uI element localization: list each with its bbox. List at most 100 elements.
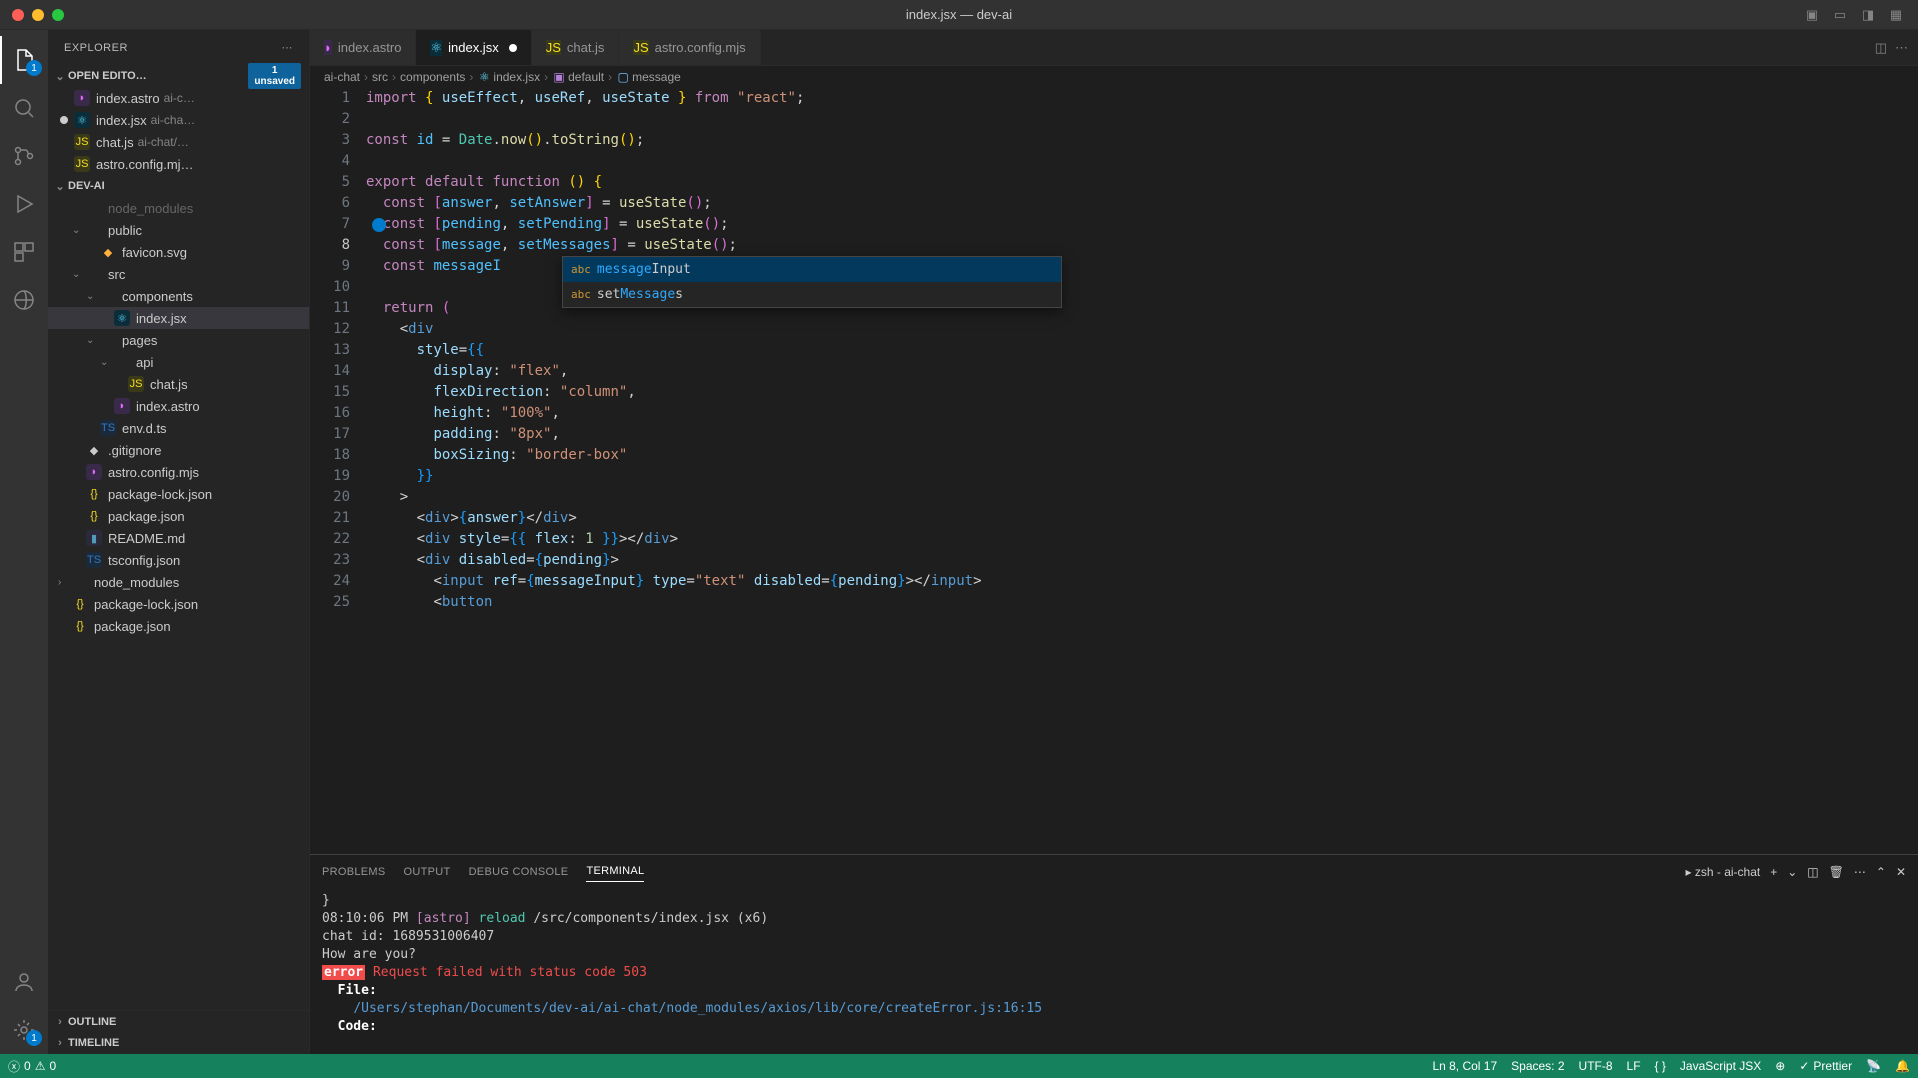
code-editor[interactable]: import { useEffect, useRef, useState } f… [366, 88, 1918, 854]
status-radio-icon[interactable]: 📡 [1866, 1059, 1881, 1073]
status-cursor[interactable]: Ln 8, Col 17 [1432, 1059, 1497, 1073]
status-spaces[interactable]: Spaces: 2 [1511, 1059, 1564, 1073]
settings-icon[interactable]: 1 [0, 1006, 48, 1054]
sidebar-more-icon[interactable]: ⋯ [282, 41, 294, 54]
tree-label: node_modules [108, 201, 193, 216]
tree-item[interactable]: ⌄src [48, 263, 309, 285]
panel: PROBLEMS OUTPUT DEBUG CONSOLE TERMINAL ▸ zsh… [310, 854, 1918, 1054]
edge-devtools-icon[interactable] [0, 276, 48, 324]
extensions-icon[interactable] [0, 228, 48, 276]
source-control-icon[interactable] [0, 132, 48, 180]
tree-label: src [108, 267, 125, 282]
more-icon[interactable]: ⋯ [1854, 865, 1866, 879]
accounts-icon[interactable] [0, 958, 48, 1006]
statusbar: ⓧ0 ⚠0 Ln 8, Col 17 Spaces: 2 UTF-8 LF { … [0, 1054, 1918, 1078]
more-icon[interactable]: ⋯ [1895, 40, 1908, 56]
editor-tab[interactable]: JSchat.js [532, 30, 620, 65]
tree-item[interactable]: ◆favicon.svg [48, 241, 309, 263]
status-language[interactable]: JavaScript JSX [1680, 1059, 1761, 1073]
tree-item[interactable]: {}package-lock.json [48, 483, 309, 505]
tree-label: index.jsx [136, 311, 187, 326]
sidebar-title: EXPLORER [64, 42, 128, 54]
split-terminal-icon[interactable]: ◫ [1807, 865, 1818, 879]
tree-item[interactable]: ⌄components [48, 285, 309, 307]
terminal[interactable]: } 08:10:06 PM [astro] reload /src/compon… [310, 888, 1918, 1054]
status-copilot-icon[interactable]: ⊕ [1775, 1059, 1785, 1073]
project-header[interactable]: ⌄ DEV-AI [48, 175, 309, 197]
tree-item[interactable]: ◗astro.config.mjs [48, 461, 309, 483]
breadcrumb-item[interactable]: components [400, 70, 465, 84]
editor-tab[interactable]: JSastro.config.mjs [619, 30, 760, 65]
tree-label: index.astro [136, 399, 200, 414]
panel-tab[interactable]: DEBUG CONSOLE [469, 862, 569, 882]
new-terminal-icon[interactable]: + [1770, 865, 1777, 879]
tree-label: api [136, 355, 153, 370]
breadcrumb-item[interactable]: ▢message [616, 70, 681, 84]
tree-item[interactable]: ⚛index.jsx [48, 307, 309, 329]
status-encoding[interactable]: UTF-8 [1579, 1059, 1613, 1073]
breadcrumb-item[interactable]: ▣default [552, 70, 604, 84]
tree-item[interactable]: TStsconfig.json [48, 549, 309, 571]
shell-select[interactable]: ▸ zsh - ai-chat [1686, 865, 1761, 879]
status-errors[interactable]: ⓧ0 ⚠0 [8, 1058, 56, 1075]
minimize-window[interactable] [32, 9, 44, 21]
open-editor-item[interactable]: JSchat.jsai-chat/… [48, 131, 309, 153]
split-editor-icon[interactable]: ◫ [1875, 40, 1887, 56]
panel-tab[interactable]: PROBLEMS [322, 862, 386, 882]
maximize-window[interactable] [52, 9, 64, 21]
kill-terminal-icon[interactable]: 🗑 [1829, 865, 1844, 879]
editor-tab[interactable]: ◗index.astro [310, 30, 416, 65]
tree-item[interactable]: JSchat.js [48, 373, 309, 395]
titlebar: index.jsx — dev-ai ▣ ▭ ◨ ▦ [0, 0, 1918, 30]
tree-item[interactable]: ◗index.astro [48, 395, 309, 417]
breadcrumb[interactable]: ai-chat›src›components›⚛index.jsx›▣defau… [310, 66, 1918, 88]
abc-icon: abc [571, 284, 591, 305]
terminal-dropdown-icon[interactable]: ⌄ [1787, 865, 1797, 879]
close-panel-icon[interactable]: ✕ [1896, 865, 1906, 879]
layout-secondary-side-icon[interactable]: ◨ [1854, 4, 1882, 26]
tree-item[interactable]: ⌄public [48, 219, 309, 241]
run-debug-icon[interactable] [0, 180, 48, 228]
breadcrumb-item[interactable]: src [372, 70, 388, 84]
tree-item[interactable]: {}package.json [48, 615, 309, 637]
close-window[interactable] [12, 9, 24, 21]
open-editors-header[interactable]: ⌄ OPEN EDITO… 1 unsaved [48, 65, 309, 87]
autocomplete-popup[interactable]: abc messageInputabc setMessages [562, 256, 1062, 308]
explorer-icon[interactable]: 1 [0, 36, 48, 84]
search-icon[interactable] [0, 84, 48, 132]
tree-item[interactable]: ▮README.md [48, 527, 309, 549]
breadcrumb-item[interactable]: ai-chat [324, 70, 360, 84]
status-eol[interactable]: LF [1627, 1059, 1641, 1073]
maximize-panel-icon[interactable]: ⌃ [1876, 865, 1886, 879]
breadcrumb-item[interactable]: ⚛index.jsx [477, 70, 540, 84]
editor-tab[interactable]: ⚛index.jsx [416, 30, 531, 65]
layout-primary-side-icon[interactable]: ▣ [1798, 4, 1826, 26]
outline-header[interactable]: › OUTLINE [48, 1010, 309, 1032]
file-hint: ai-chat/… [138, 135, 189, 149]
tree-item[interactable]: node_modules [48, 197, 309, 219]
status-braces-icon[interactable]: { } [1655, 1059, 1666, 1073]
timeline-header[interactable]: › TIMELINE [48, 1032, 309, 1054]
open-editor-item[interactable]: JSastro.config.mj… [48, 153, 309, 175]
open-editor-item[interactable]: ⚛index.jsxai-cha… [48, 109, 309, 131]
autocomplete-item[interactable]: abc setMessages [563, 282, 1061, 307]
panel-tab[interactable]: TERMINAL [586, 861, 644, 882]
tree-item[interactable]: ⌄api [48, 351, 309, 373]
layout-panel-icon[interactable]: ▭ [1826, 4, 1854, 26]
layout-customize-icon[interactable]: ▦ [1882, 4, 1910, 26]
tree-item[interactable]: TSenv.d.ts [48, 417, 309, 439]
tree-item[interactable]: ◆.gitignore [48, 439, 309, 461]
tree-item[interactable]: {}package.json [48, 505, 309, 527]
project-label: DEV-AI [68, 180, 105, 192]
tree-item[interactable]: {}package-lock.json [48, 593, 309, 615]
status-bell-icon[interactable]: 🔔 [1895, 1059, 1910, 1073]
md-icon: ▮ [86, 530, 102, 546]
tree-item[interactable]: ›node_modules [48, 571, 309, 593]
code-hint-icon[interactable] [372, 218, 386, 232]
tree-item[interactable]: ⌄pages [48, 329, 309, 351]
status-prettier[interactable]: ✓ Prettier [1799, 1059, 1852, 1073]
open-editor-item[interactable]: ◗index.astroai-c… [48, 87, 309, 109]
panel-tab[interactable]: OUTPUT [404, 862, 451, 882]
autocomplete-item[interactable]: abc messageInput [563, 257, 1061, 282]
file-name: index.jsx [96, 113, 147, 128]
